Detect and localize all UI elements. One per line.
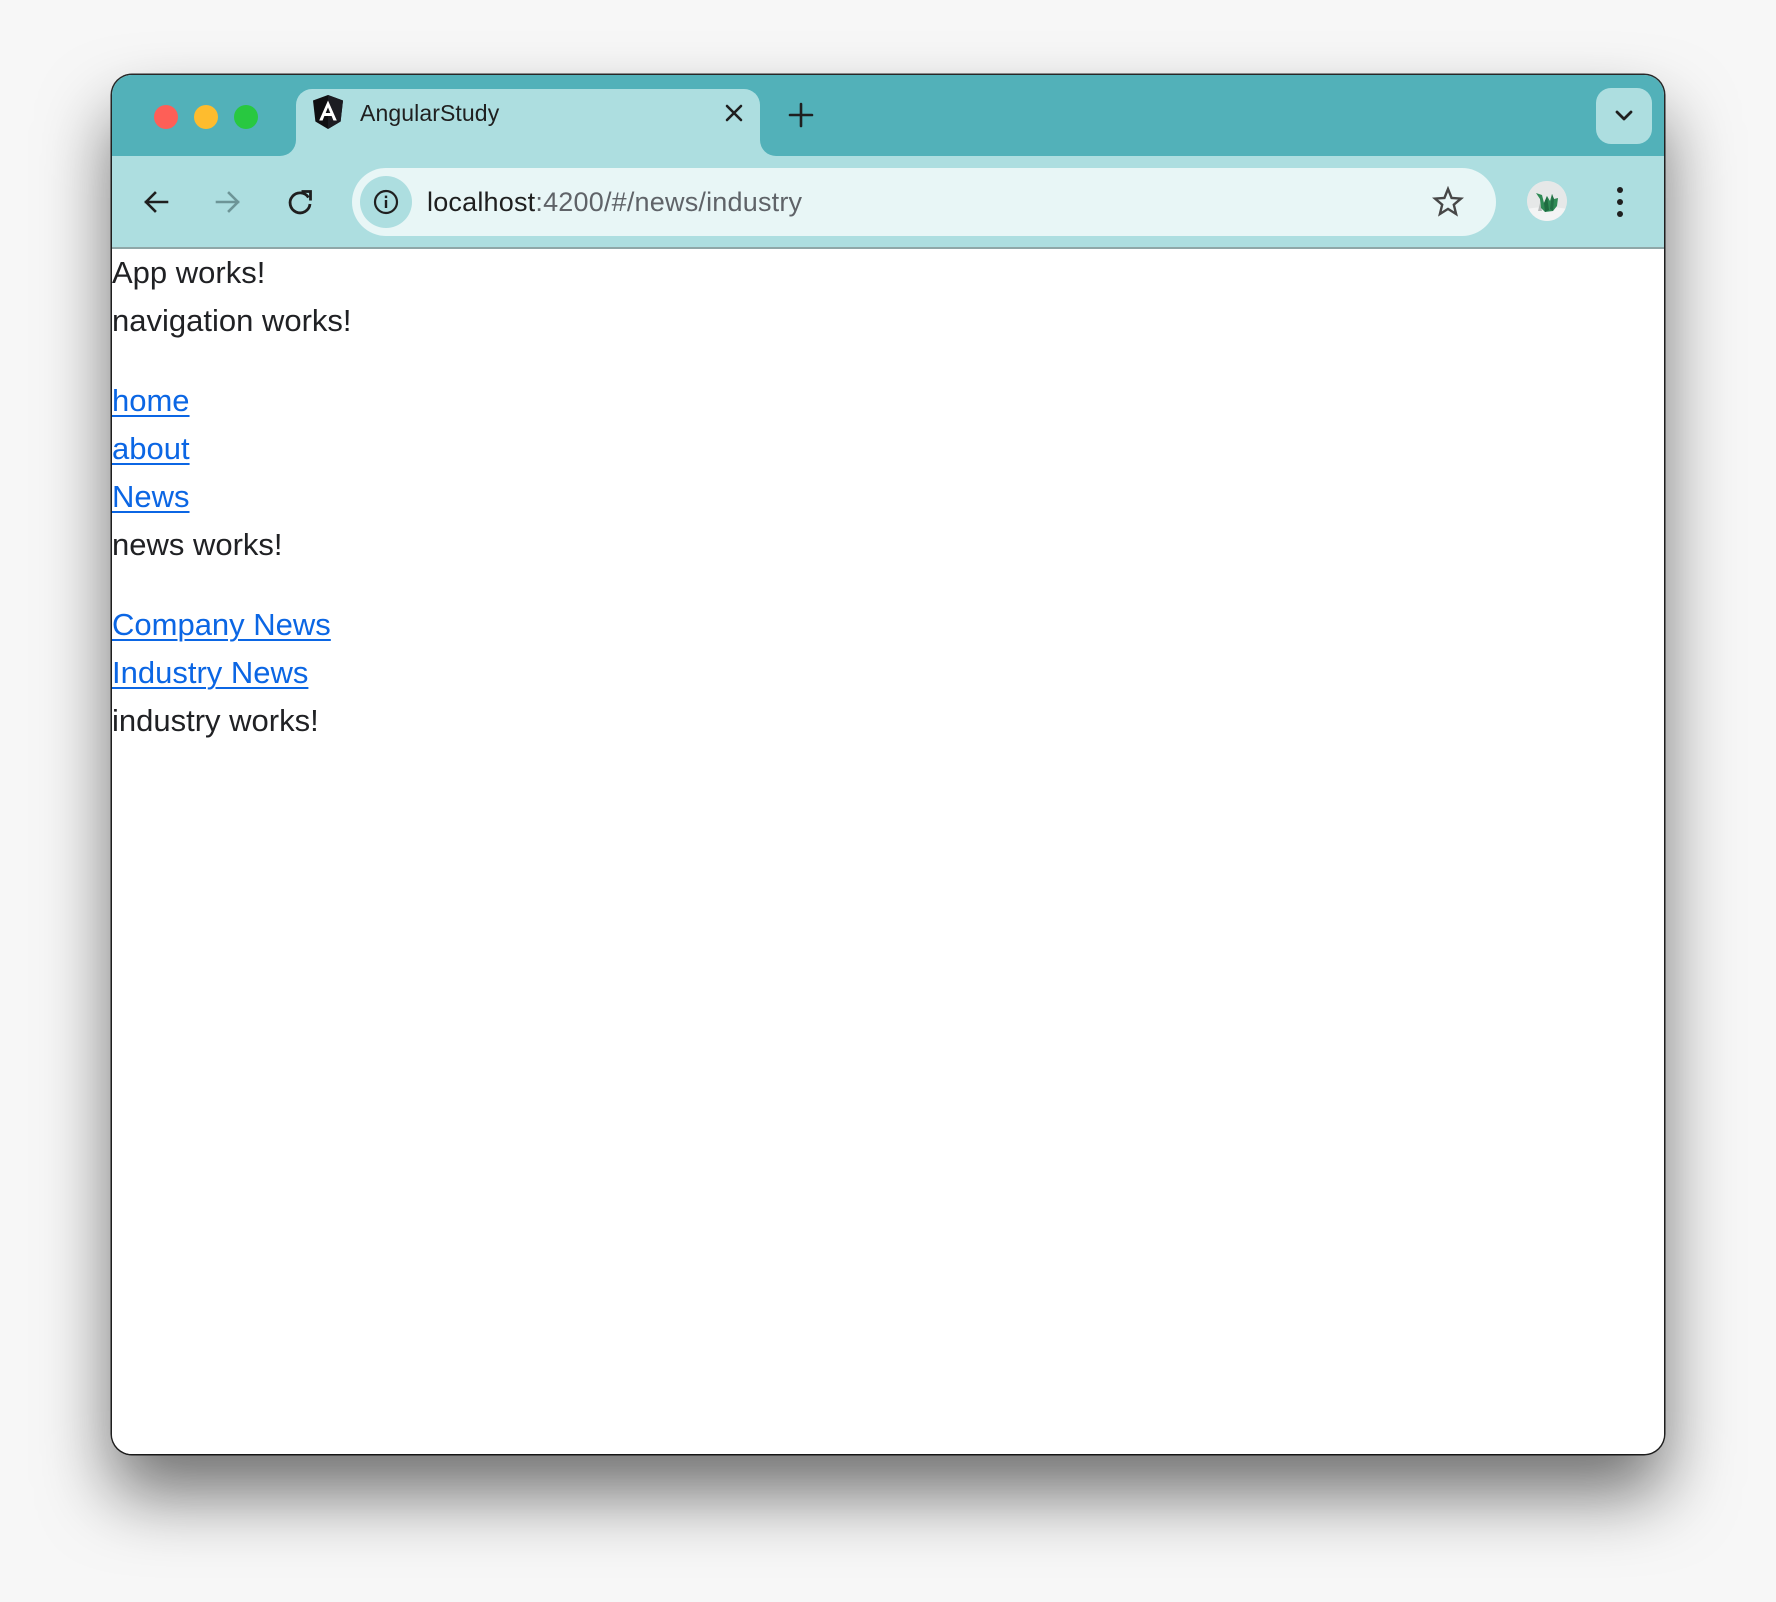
tab-title: AngularStudy <box>360 100 500 126</box>
news-link-industry[interactable]: Industry News <box>112 649 308 697</box>
navigation-status-text: navigation works! <box>112 303 352 338</box>
tab-strip: AngularStudy <box>112 75 1664 156</box>
tab-angularstudy[interactable]: AngularStudy <box>296 89 760 156</box>
page-content: App works! navigation works! home about … <box>112 249 1664 1454</box>
url-host: localhost <box>427 187 536 217</box>
profile-dinosaur-icon <box>1527 181 1567 221</box>
back-button[interactable] <box>142 188 170 216</box>
app-status-text: App works! <box>112 255 266 290</box>
nav-link-home[interactable]: home <box>112 377 1664 425</box>
info-icon <box>373 189 399 215</box>
tab-search-button[interactable] <box>1596 88 1652 144</box>
address-bar[interactable]: localhost:4200/#/news/industry <box>352 168 1496 236</box>
url-text[interactable]: localhost:4200/#/news/industry <box>427 186 802 218</box>
browser-menu-button[interactable] <box>1610 184 1630 220</box>
angular-icon <box>312 94 344 132</box>
forward-button[interactable] <box>214 188 242 216</box>
main-nav: home about News news works! <box>112 377 1664 569</box>
industry-status-text: industry works! <box>112 703 319 738</box>
close-window-button[interactable] <box>154 105 178 129</box>
avatar[interactable] <box>1527 181 1567 221</box>
reload-icon <box>288 190 312 215</box>
arrow-left-icon <box>144 191 169 213</box>
site-info-button[interactable] <box>360 176 412 228</box>
news-link-company[interactable]: Company News <box>112 601 331 649</box>
star-icon <box>1431 185 1465 217</box>
url-path: :4200/#/news/industry <box>535 187 803 217</box>
nav-link-news[interactable]: News <box>112 473 1664 521</box>
plus-icon[interactable] <box>788 102 814 128</box>
toolbar: localhost:4200/#/news/industry <box>112 156 1664 249</box>
minimize-window-button[interactable] <box>194 105 218 129</box>
bookmark-button[interactable] <box>1431 185 1465 218</box>
maximize-window-button[interactable] <box>234 105 258 129</box>
kebab-menu-icon <box>1617 187 1623 217</box>
chevron-down-icon <box>1615 110 1633 121</box>
nav-link-about[interactable]: about <box>112 425 1664 473</box>
close-icon[interactable] <box>722 101 746 125</box>
arrow-right-icon <box>215 191 240 213</box>
browser-window: AngularStudy localhost:4200/#/news/indus… <box>112 75 1664 1454</box>
reload-button[interactable] <box>286 188 314 216</box>
news-status-text: news works! <box>112 527 283 562</box>
news-nav: Company News Industry News industry work… <box>112 601 1664 745</box>
